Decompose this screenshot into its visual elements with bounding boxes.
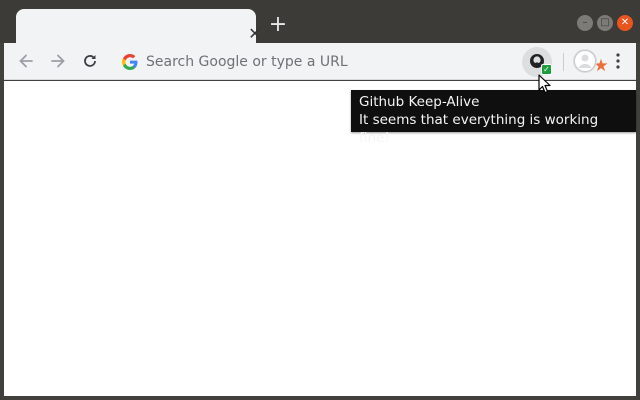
browser-window: ✕ + – □ ✕ Search Google or type a URL ★ … [0,0,640,400]
profile-avatar-button[interactable] [573,49,597,73]
address-bar[interactable]: ★ [112,48,609,75]
arrow-left-icon [19,54,33,68]
back-button[interactable] [14,49,38,73]
forward-button[interactable] [46,49,70,73]
window-close-button[interactable]: ✕ [617,15,633,31]
omnibox-input[interactable] [146,51,446,72]
avatar-icon [574,50,596,72]
toolbar-separator [563,53,564,71]
tooltip-title: Github Keep-Alive [359,94,480,110]
window-maximize-button[interactable]: □ [597,15,613,31]
arrow-right-icon [51,54,65,68]
tooltip-message: It seems that everything is working fine… [359,112,599,146]
window-minimize-button[interactable]: – [577,15,593,31]
tab-close-icon[interactable]: ✕ [245,24,265,44]
browser-menu-button[interactable] [608,49,628,73]
mouse-cursor-icon [538,74,551,94]
google-g-icon [122,54,138,70]
new-tab-button[interactable]: + [266,14,290,38]
reload-icon [84,55,96,67]
reload-button[interactable] [78,49,102,73]
tab-strip: ✕ + – □ ✕ [0,0,640,43]
more-vertical-icon [616,53,620,69]
extension-tooltip: Github Keep-Alive It seems that everythi… [351,90,636,146]
tab-new-tab[interactable]: ✕ [16,9,262,43]
